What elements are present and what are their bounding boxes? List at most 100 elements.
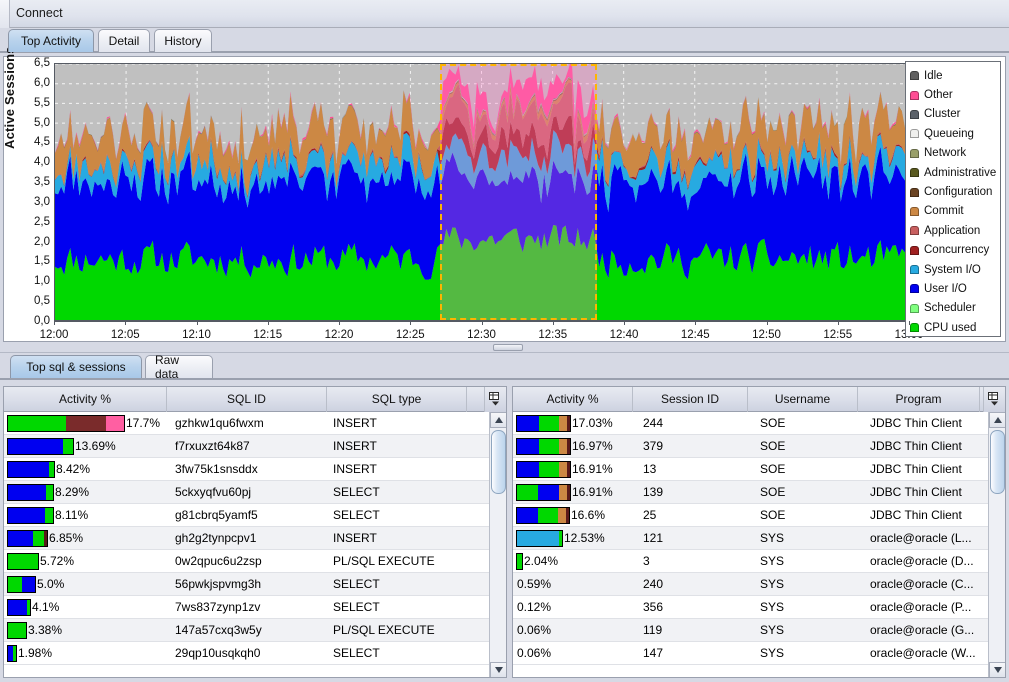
table-row[interactable]: 2.04%3SYSoracle@oracle (D...: [513, 550, 1005, 573]
table-row[interactable]: 0.06%119SYSoracle@oracle (G...: [513, 619, 1005, 642]
top-sessions-vertical-scrollbar[interactable]: [988, 412, 1005, 678]
activity-bar-segment: [44, 531, 47, 546]
cell-program: JDBC Thin Client: [858, 435, 980, 458]
chart-y-tick: 6,5: [16, 57, 50, 69]
legend-item-scheduler[interactable]: Scheduler: [910, 299, 1000, 318]
cell-session-id: 379: [633, 435, 748, 458]
tab-history[interactable]: History: [154, 29, 212, 52]
legend-item-cpu-used[interactable]: CPU used: [910, 318, 1000, 337]
cell-program: JDBC Thin Client: [858, 412, 980, 435]
cell-activity-percent: 3.38%: [4, 619, 167, 642]
activity-percent-label: 0.06%: [517, 642, 551, 665]
column-chooser-button[interactable]: [484, 387, 506, 412]
activity-percent-label: 0.06%: [517, 619, 551, 642]
cell-username: SYS: [748, 596, 858, 619]
table-row[interactable]: 17.7%gzhkw1qu6fwxmINSERT: [4, 412, 506, 435]
scrollbar-thumb[interactable]: [990, 430, 1005, 494]
table-row[interactable]: 13.69%f7rxuxzt64k87INSERT: [4, 435, 506, 458]
scrollbar-thumb[interactable]: [491, 430, 506, 494]
table-row[interactable]: 16.6%25SOEJDBC Thin Client: [513, 504, 1005, 527]
legend-item-queueing[interactable]: Queueing: [910, 124, 1000, 143]
scroll-up-button[interactable]: [989, 412, 1006, 428]
activity-bar: [7, 438, 74, 455]
legend-item-user-i-o[interactable]: User I/O: [910, 279, 1000, 298]
tab-top-activity[interactable]: Top Activity: [8, 29, 94, 52]
table-row[interactable]: 6.85%gh2g2tynpcpv1INSERT: [4, 527, 506, 550]
table-row[interactable]: 5.72%0w2qpuc6u2zspPL/SQL EXECUTE: [4, 550, 506, 573]
scroll-down-button[interactable]: [989, 662, 1006, 678]
cell-session-id: 240: [633, 573, 748, 596]
column-header-sql-2[interactable]: SQL type: [327, 387, 467, 412]
cell-username: SYS: [748, 619, 858, 642]
chart-x-tickmark: [125, 321, 126, 325]
table-row[interactable]: 0.06%147SYSoracle@oracle (W...: [513, 642, 1005, 665]
chart-y-axis-ticks: 0,00,51,01,52,02,53,03,54,04,55,05,56,06…: [8, 57, 50, 341]
chart-x-tick: 12:15: [253, 329, 282, 341]
legend-label: Commit: [924, 205, 964, 217]
table-row[interactable]: 5.0%56pwkjspvmg3hSELECT: [4, 573, 506, 596]
activity-bar: [7, 576, 36, 593]
scroll-down-button[interactable]: [490, 662, 507, 678]
bottom-tabstrip-underline: [0, 378, 1009, 380]
tab-top-sql-sessions[interactable]: Top sql & sessions: [10, 355, 142, 378]
top-sql-vertical-scrollbar[interactable]: [489, 412, 506, 678]
column-chooser-button[interactable]: [983, 387, 1005, 412]
column-header-sess-2[interactable]: Username: [748, 387, 858, 412]
table-row[interactable]: 16.91%139SOEJDBC Thin Client: [513, 481, 1005, 504]
column-header-sess-0[interactable]: Activity %: [513, 387, 633, 412]
table-row[interactable]: 0.12%356SYSoracle@oracle (P...: [513, 596, 1005, 619]
table-row[interactable]: 17.03%244SOEJDBC Thin Client: [513, 412, 1005, 435]
legend-item-concurrency[interactable]: Concurrency: [910, 241, 1000, 260]
table-row[interactable]: 3.38%147a57cxq3w5yPL/SQL EXECUTE: [4, 619, 506, 642]
split-pane-grip[interactable]: [493, 344, 523, 351]
legend-item-administrative[interactable]: Administrative: [910, 163, 1000, 182]
legend-swatch-application: [910, 226, 919, 235]
activity-bar-segment: [8, 416, 66, 431]
activity-bar-segment: [517, 439, 539, 454]
chart-y-tick: 3,0: [16, 196, 50, 208]
table-row[interactable]: 8.42%3fw75k1snsddxINSERT: [4, 458, 506, 481]
legend-label: CPU used: [924, 322, 976, 334]
chart-x-tick: 12:45: [681, 329, 710, 341]
scroll-up-button[interactable]: [490, 412, 507, 428]
table-row[interactable]: 4.1%7ws837zynp1zvSELECT: [4, 596, 506, 619]
activity-bar-segment: [517, 462, 539, 477]
top-tabstrip-underline: [0, 51, 1009, 53]
legend-item-commit[interactable]: Commit: [910, 202, 1000, 221]
chart-y-tick: 4,5: [16, 136, 50, 148]
legend-item-system-i-o[interactable]: System I/O: [910, 260, 1000, 279]
legend-label: System I/O: [924, 264, 981, 276]
cell-sql-id: 5ckxyqfvu60pj: [167, 481, 327, 504]
cell-session-id: 139: [633, 481, 748, 504]
activity-bar-segment: [13, 646, 16, 661]
legend-item-network[interactable]: Network: [910, 144, 1000, 163]
tab-detail[interactable]: Detail: [98, 29, 150, 52]
activity-bar-segment: [8, 439, 63, 454]
legend-item-application[interactable]: Application: [910, 221, 1000, 240]
legend-item-cluster[interactable]: Cluster: [910, 105, 1000, 124]
table-row[interactable]: 0.59%240SYSoracle@oracle (C...: [513, 573, 1005, 596]
legend-label: Idle: [924, 70, 943, 82]
table-row[interactable]: 8.11%g81cbrq5yamf5SELECT: [4, 504, 506, 527]
column-chooser-icon: [489, 392, 502, 407]
chart-y-tick: 1,0: [16, 275, 50, 287]
table-row[interactable]: 12.53%121SYSoracle@oracle (L...: [513, 527, 1005, 550]
tab-raw-data[interactable]: Raw data: [145, 355, 213, 378]
window-title: Connect: [16, 6, 63, 20]
arrow-down-icon: [495, 667, 503, 673]
cell-program: JDBC Thin Client: [858, 504, 980, 527]
table-row[interactable]: 1.98%29qp10usqkqh0SELECT: [4, 642, 506, 665]
legend-item-configuration[interactable]: Configuration: [910, 182, 1000, 201]
legend-item-other[interactable]: Other: [910, 85, 1000, 104]
table-row[interactable]: 16.97%379SOEJDBC Thin Client: [513, 435, 1005, 458]
column-header-sess-1[interactable]: Session ID: [633, 387, 748, 412]
chart-plot-area[interactable]: [54, 63, 909, 321]
column-header-sql-0[interactable]: Activity %: [4, 387, 167, 412]
column-header-sql-1[interactable]: SQL ID: [167, 387, 327, 412]
legend-label: Concurrency: [924, 244, 989, 256]
legend-item-idle[interactable]: Idle: [910, 66, 1000, 85]
split-pane-divider[interactable]: [0, 343, 1009, 354]
column-header-sess-3[interactable]: Program: [858, 387, 980, 412]
table-row[interactable]: 16.91%13SOEJDBC Thin Client: [513, 458, 1005, 481]
table-row[interactable]: 8.29%5ckxyqfvu60pjSELECT: [4, 481, 506, 504]
